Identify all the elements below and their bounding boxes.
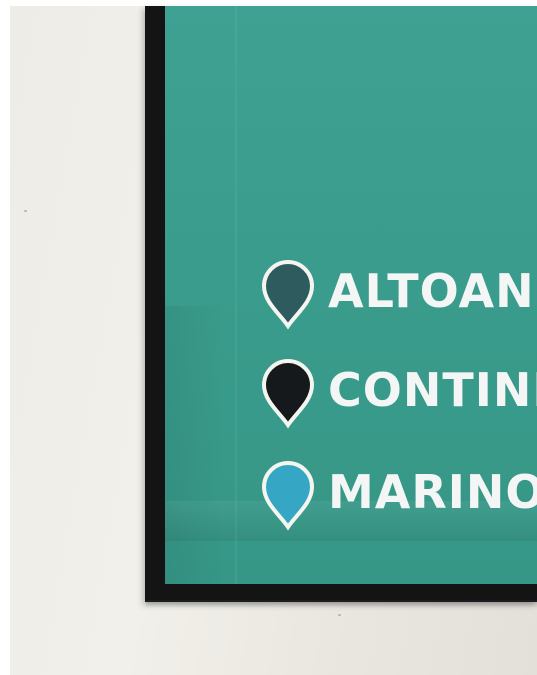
legend-item-contini: CONTINI xyxy=(260,359,537,429)
map-pin-icon xyxy=(261,461,315,531)
frame-shadow xyxy=(146,600,537,608)
legend-label: MARINO xyxy=(328,465,537,519)
legend-item-marino: MARINO xyxy=(260,461,537,531)
poster-shade xyxy=(165,306,225,584)
wall-speck xyxy=(24,210,27,212)
legend-label: ALTOAN xyxy=(328,264,535,318)
poster: ALTOAN CONTINI MARINO xyxy=(165,6,537,584)
poster-crease xyxy=(235,6,237,584)
legend-label: CONTINI xyxy=(328,363,537,417)
legend-item-altoan: ALTOAN xyxy=(260,260,537,330)
map-pin-icon xyxy=(261,260,315,330)
wall-speck xyxy=(338,614,341,616)
photo-scene: ALTOAN CONTINI MARINO xyxy=(0,0,537,675)
map-pin-icon xyxy=(261,359,315,429)
